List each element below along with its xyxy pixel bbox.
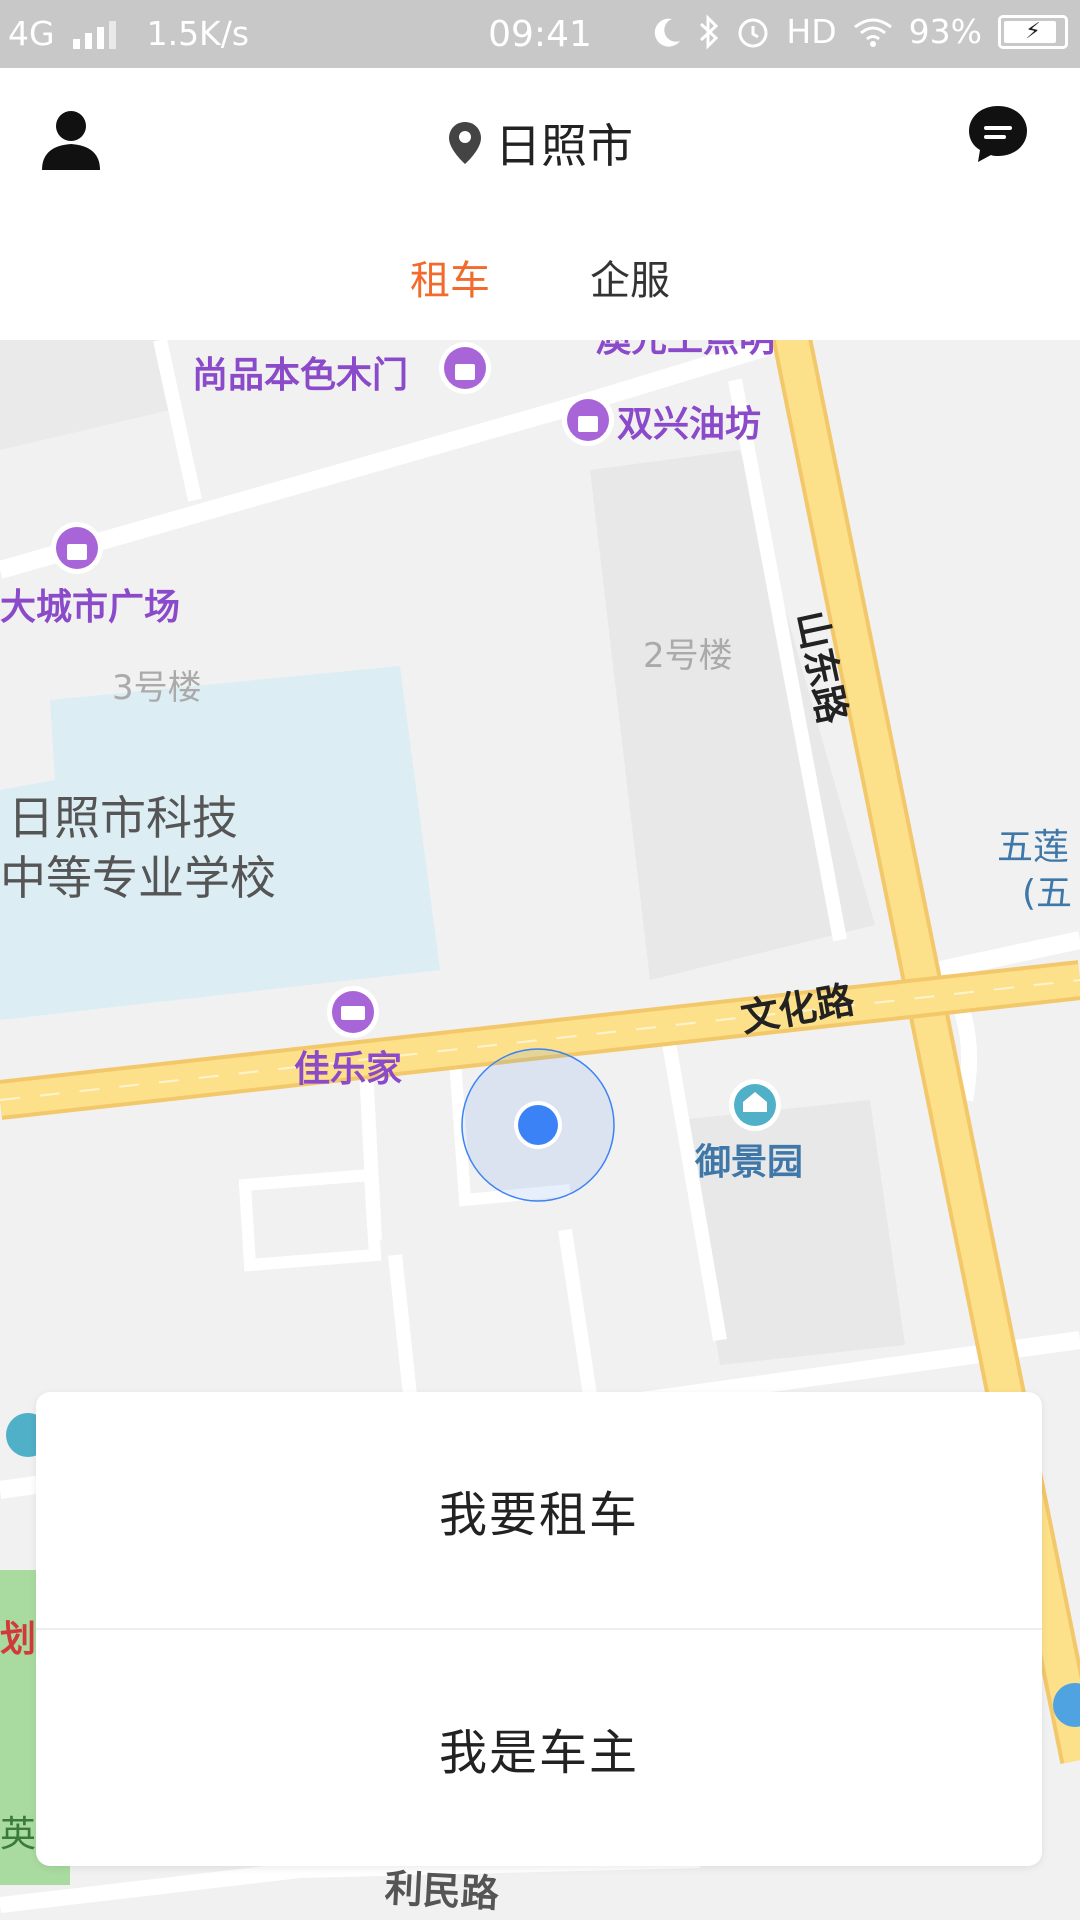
role-selection-card: 我要租车 我是车主 — [36, 1392, 1042, 1866]
rent-car-button[interactable]: 我要租车 — [36, 1392, 1042, 1628]
car-owner-button[interactable]: 我是车主 — [36, 1630, 1042, 1866]
poi-label-dacheng[interactable]: 大城市广场 — [0, 578, 180, 630]
school-label: 日照市科技 中等专业学校 — [0, 791, 276, 905]
poi-label-jialejia[interactable]: 佳乐家 — [294, 1040, 402, 1092]
battery-icon: ⚡ — [998, 14, 1068, 49]
battery-percent: 93% — [908, 12, 982, 51]
header: 日照市 租车 企服 — [0, 68, 1080, 340]
poi-label-wulian-sub: (五 — [1022, 873, 1073, 914]
building-label-2: 2号楼 — [643, 636, 733, 676]
poi-label-shuangxing[interactable]: 双兴油坊 — [617, 395, 761, 447]
edge-label-red: 划 — [0, 1619, 37, 1660]
tab-rent-car[interactable]: 租车 — [410, 248, 490, 306]
top-tabs: 租车 企服 — [0, 248, 1080, 306]
moon-icon — [655, 18, 681, 47]
poi-label-top: 澳元工点明 — [595, 340, 775, 362]
message-icon[interactable] — [966, 102, 1030, 166]
city-name: 日照市 — [495, 119, 633, 173]
building-label-3: 3号楼 — [112, 668, 202, 708]
poi-label-yujingyuan[interactable]: 御景园 — [695, 1133, 803, 1185]
road-label-limin: 利民路 — [383, 1866, 500, 1916]
alarm-icon — [738, 18, 768, 47]
edge-label-green: 英 — [0, 1814, 37, 1855]
poi-label-wulian: 五莲 — [997, 827, 1070, 868]
location-pin-icon — [449, 122, 481, 164]
hd-indicator: HD — [786, 12, 837, 51]
tab-enterprise-service[interactable]: 企服 — [590, 248, 670, 306]
wifi-icon — [853, 18, 892, 47]
poi-label-shangpin[interactable]: 尚品本色木门 — [192, 346, 408, 398]
bluetooth-icon — [700, 13, 719, 50]
city-selector[interactable]: 日照市 — [0, 110, 1080, 176]
poi-marker — [439, 342, 491, 394]
status-bar: 4G 1.5K/s 09:41 HD 93% ⚡ — [0, 0, 1080, 68]
